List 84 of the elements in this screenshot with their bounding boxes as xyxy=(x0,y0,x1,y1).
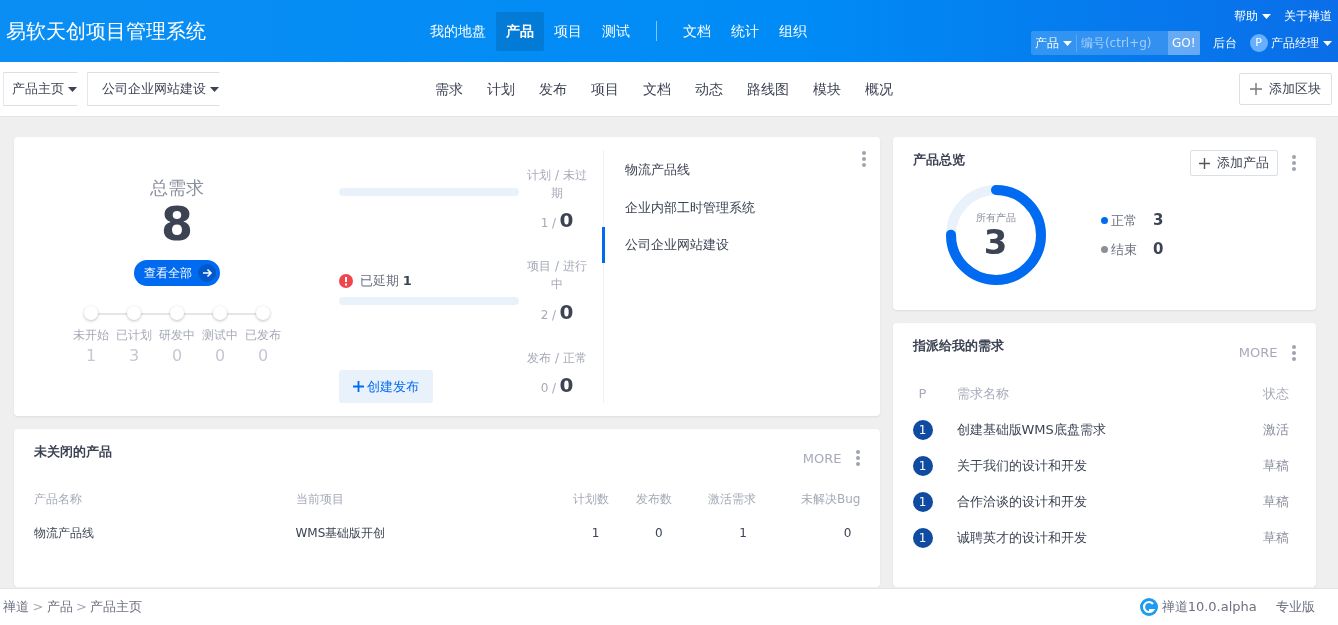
user-menu[interactable]: P 产品经理 xyxy=(1249,34,1332,53)
stat-label: 总需求 xyxy=(150,176,204,200)
metric-label: 项目 / 进行中 xyxy=(526,258,588,294)
story-link[interactable]: 诚聘英才的设计和开发 xyxy=(956,530,1087,546)
add-block-button[interactable]: 添加区块 xyxy=(1239,73,1332,105)
column-header: 状态 xyxy=(1261,385,1290,404)
sub-tab[interactable]: 模块 xyxy=(801,74,854,104)
column-header: 未解决Bug xyxy=(756,482,861,516)
table-cell-text: 0 xyxy=(654,525,664,542)
column-header: 计划数 xyxy=(571,491,609,508)
sub-tab[interactable]: 项目 xyxy=(579,74,632,104)
help-menu[interactable]: 帮助 xyxy=(1233,6,1271,25)
column-header: 激活需求 xyxy=(671,482,757,516)
column-header: P xyxy=(917,385,928,404)
sub-tab[interactable]: 路线图 xyxy=(735,74,802,104)
legend-label: 正常 xyxy=(1110,211,1137,230)
metric-value: 2 / 0 xyxy=(540,298,574,326)
column-header: 产品名称 xyxy=(33,491,83,508)
view-all-button[interactable]: 查看全部 xyxy=(134,260,220,286)
metric-label: 发布 / 正常 xyxy=(526,349,588,367)
stat-value: 8 xyxy=(161,201,193,247)
step-label: 已发布 xyxy=(245,327,281,344)
sub-tab[interactable]: 文档 xyxy=(631,74,684,104)
priority-badge: 1 xyxy=(912,527,933,548)
column-header: 需求名称 xyxy=(956,385,1010,404)
table-cell: WMS基础版开创 xyxy=(295,526,386,540)
product-item[interactable]: 物流产品线 xyxy=(602,152,861,188)
breadcrumb-separator: > xyxy=(32,598,44,617)
priority-badge: 1 xyxy=(912,491,933,512)
story-link[interactable]: 创建基础版WMS底盘需求 xyxy=(956,422,1106,438)
breadcrumb-link[interactable]: 禅道 xyxy=(3,597,30,617)
ring-label: 所有产品 xyxy=(975,211,1016,225)
panel-title: 未关闭的产品 xyxy=(33,443,112,461)
priority-badge: 1 xyxy=(912,419,933,440)
story-link[interactable]: 合作洽谈的设计和开发 xyxy=(956,494,1087,510)
version-text: 禅道10.0.alpha xyxy=(1161,598,1257,617)
sub-tab[interactable]: 动态 xyxy=(683,74,736,104)
sub-tab[interactable]: 发布 xyxy=(527,74,580,104)
step-label: 研发中 xyxy=(159,327,195,344)
metric-label: 计划 / 未过期 xyxy=(526,167,588,202)
status-text: 草稿 xyxy=(1262,458,1289,474)
nav-tab[interactable]: 产品 xyxy=(495,11,544,51)
delayed-label: 已延期 1 xyxy=(359,272,412,290)
admin-link[interactable]: 后台 xyxy=(1212,34,1237,53)
product-item[interactable]: 公司企业网站建设 xyxy=(602,227,861,263)
sub-tab[interactable]: 需求 xyxy=(423,74,476,104)
legend-label: 结束 xyxy=(1110,240,1137,259)
table-cell-text: 1 xyxy=(738,525,748,542)
step-count: 3 xyxy=(128,345,140,367)
table-cell: 物流产品线 xyxy=(33,526,94,540)
sub-tab[interactable]: 概况 xyxy=(853,74,906,104)
ring-value: 3 xyxy=(983,225,1008,259)
step-count: 0 xyxy=(171,345,183,367)
step-count: 0 xyxy=(214,345,226,367)
product-item[interactable]: 企业内部工时管理系统 xyxy=(602,189,861,225)
column-header: 发布数 xyxy=(608,482,672,516)
panel-title: 指派给我的需求 xyxy=(912,337,1004,356)
column-header: 当前项目 xyxy=(295,491,345,508)
step-label: 已计划 xyxy=(116,327,152,344)
create-release-button[interactable]: 创建发布 xyxy=(339,370,434,403)
metric-value: 1 / 0 xyxy=(540,207,574,235)
legend-value: 3 xyxy=(1153,210,1164,232)
app-title: 易软天创项目管理系统 xyxy=(5,18,206,45)
edition-label: 专业版 xyxy=(1276,598,1316,617)
sub-tab[interactable]: 计划 xyxy=(475,74,528,104)
legend-value: 0 xyxy=(1153,239,1164,261)
status-text: 激活 xyxy=(1262,422,1289,438)
metric-value: 0 / 0 xyxy=(540,371,574,399)
step-label: 测试中 xyxy=(202,327,238,344)
table-cell-text: 0 xyxy=(842,525,853,542)
table-cell-text: 1 xyxy=(590,525,601,542)
story-link[interactable]: 关于我们的设计和开发 xyxy=(956,458,1087,474)
breadcrumb-separator: > xyxy=(75,598,87,617)
breadcrumb-link[interactable]: 产品 xyxy=(46,597,73,617)
status-text: 草稿 xyxy=(1262,494,1289,510)
step-count: 1 xyxy=(85,345,97,367)
step-label: 未开始 xyxy=(73,327,109,344)
status-text: 草稿 xyxy=(1262,530,1289,546)
add-product-button[interactable]: 添加产品 xyxy=(1190,150,1278,176)
priority-badge: 1 xyxy=(912,455,933,476)
about-link[interactable]: 关于禅道 xyxy=(1283,6,1332,25)
panel-title: 产品总览 xyxy=(912,151,965,169)
breadcrumb-link[interactable]: 产品主页 xyxy=(90,597,143,617)
step-count: 0 xyxy=(257,345,269,367)
